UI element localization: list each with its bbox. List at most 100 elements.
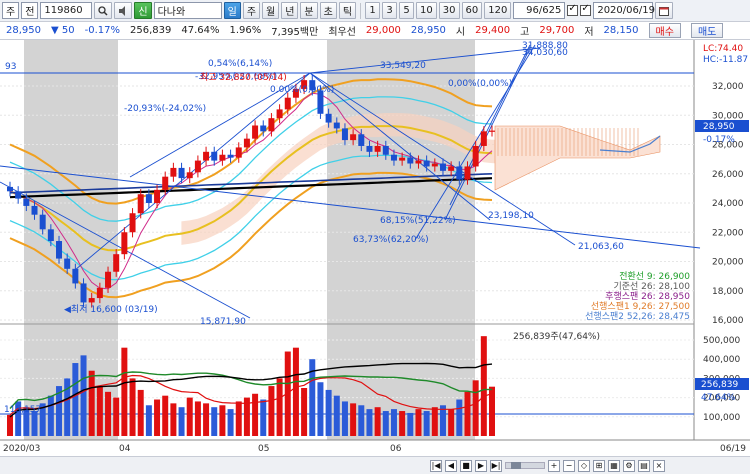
zoom-slider-thumb[interactable] — [511, 462, 521, 469]
scroll-next-button[interactable]: ▶ — [475, 459, 487, 472]
close-button[interactable]: × — [653, 459, 665, 472]
period-second-tab[interactable]: 초 — [319, 2, 337, 19]
period-day-tab[interactable]: 일 — [223, 2, 241, 19]
volume-bar — [399, 411, 406, 436]
interval-60-button[interactable]: 60 — [461, 2, 483, 19]
candle-body — [145, 194, 152, 203]
scroll-prev-button[interactable]: ◀ — [445, 459, 457, 472]
period-week-tab[interactable]: 주 — [242, 2, 261, 19]
candle-body — [407, 157, 414, 164]
volume-bar — [162, 395, 169, 436]
option-checkbox-2[interactable] — [580, 3, 592, 16]
volume-bar — [480, 336, 487, 436]
volume-header: 256,839주(47,64%) — [513, 331, 600, 342]
volume-bar — [194, 401, 201, 436]
candle-body — [390, 154, 397, 161]
period-minute-tab[interactable]: 분 — [300, 2, 318, 19]
price-chart[interactable]: 32,000 30,000 28,000 26,000 24,000 22,000 20,0… — [0, 40, 750, 456]
zoom-slider[interactable] — [505, 462, 545, 469]
scroll-first-button[interactable]: |◀ — [430, 459, 442, 472]
price-axis-label: 24,000 — [712, 199, 744, 209]
chart-canvas[interactable]: 32,00030,00028,00026,00024,00022,00020,0… — [0, 40, 750, 456]
turnover-percent: 47.64% — [181, 25, 220, 36]
month-shade-march — [24, 40, 118, 440]
stock-name-field[interactable]: 다나와 — [153, 2, 222, 19]
interval-3-button[interactable]: 3 — [382, 2, 398, 19]
speaker-icon — [119, 5, 126, 16]
option-checkbox-1[interactable] — [567, 3, 579, 16]
candle-body — [382, 145, 389, 155]
volume-bar — [260, 399, 267, 436]
data-count-field[interactable]: 96/625 — [513, 2, 566, 19]
scroll-stop-button[interactable]: ■ — [460, 459, 472, 472]
candle-body — [170, 167, 177, 177]
date-value: 2020/06/19 — [597, 5, 655, 16]
market-select[interactable]: 주 — [2, 2, 20, 19]
candle-body — [7, 186, 13, 192]
price-axis-label: 20,000 — [712, 258, 744, 268]
date-label-march: 2020/03 — [3, 444, 40, 454]
toolbar: 주 전 119860 신 다나와 일 주 월 년 분 초 틱 1 3 5 10 … — [0, 0, 750, 22]
candle-body — [72, 268, 79, 284]
search-button[interactable] — [94, 2, 113, 19]
interval-30-button[interactable]: 30 — [438, 2, 460, 19]
fit-button[interactable]: ⊞ — [593, 459, 605, 472]
scroll-last-button[interactable]: ▶| — [490, 459, 502, 472]
scope-select[interactable]: 전 — [21, 2, 39, 19]
interval-1-button[interactable]: 1 — [365, 2, 381, 19]
sound-button[interactable] — [114, 2, 133, 19]
calendar-button[interactable] — [655, 2, 674, 19]
quote-info-bar: 28,950 ▼ 50 -0.17% 256,839 47.64% 1.96% … — [0, 22, 750, 40]
calendar-icon — [659, 6, 670, 16]
interval-120-button[interactable]: 120 — [484, 2, 512, 19]
candle-body — [31, 205, 38, 215]
toolbar-divider — [360, 2, 362, 19]
annotation-a5: 33,549,20 — [380, 61, 426, 71]
volume-bar — [276, 378, 283, 436]
chart-window: 주 전 119860 신 다나와 일 주 월 년 분 초 틱 1 3 5 10 … — [0, 0, 750, 474]
high-label: 고 — [520, 27, 530, 38]
period-tick-tab[interactable]: 틱 — [338, 2, 357, 19]
period-year-tab[interactable]: 년 — [281, 2, 299, 19]
grid-button[interactable]: ▦ — [608, 459, 620, 472]
volume-bar — [105, 391, 112, 436]
stock-code-input[interactable]: 119860 — [40, 2, 93, 19]
print-button[interactable]: ▤ — [638, 459, 650, 472]
candle-body — [219, 154, 226, 161]
restore-button[interactable]: ◇ — [578, 459, 590, 472]
zoom-in-button[interactable]: + — [548, 459, 560, 472]
candle-body — [448, 166, 455, 171]
volume-bar — [382, 411, 389, 436]
top-left-label: 93 — [5, 62, 16, 72]
candle-body — [480, 131, 487, 146]
volume-bar — [325, 389, 332, 436]
period-month-tab[interactable]: 월 — [262, 2, 280, 19]
interval-5-button[interactable]: 5 — [399, 2, 415, 19]
candle-body — [154, 189, 161, 203]
settings-button[interactable]: ⚙ — [623, 459, 635, 472]
candle-body — [276, 109, 283, 119]
volume-bar — [235, 401, 242, 436]
candle-body — [325, 113, 332, 123]
low-label: 저 — [584, 27, 594, 38]
volume-value: 256,839 — [130, 25, 172, 36]
candle-body — [211, 151, 218, 161]
last-pct-tag: -0.17% — [703, 135, 735, 145]
new-badge: 신 — [134, 2, 152, 19]
candle-body — [415, 160, 422, 164]
interval-10-button[interactable]: 10 — [416, 2, 437, 19]
candle-body — [358, 134, 365, 146]
candle-body — [129, 213, 136, 233]
date-field[interactable]: 2020/06/19 — [593, 2, 655, 19]
sell-button[interactable]: 매도 — [690, 23, 724, 38]
zoom-out-button[interactable]: − — [563, 459, 575, 472]
candle-body — [472, 145, 479, 167]
volume-bar — [113, 397, 120, 436]
buy-button[interactable]: 매수 — [648, 23, 681, 38]
last-price-tag: 28,950 — [703, 122, 735, 132]
high-annotation: 최고 32,850 (05/14) — [200, 72, 287, 83]
candle-body — [268, 118, 275, 132]
volume-bar — [72, 363, 79, 436]
date-label-right: 06/19 — [720, 444, 746, 454]
low-price: 28,150 — [603, 25, 639, 36]
